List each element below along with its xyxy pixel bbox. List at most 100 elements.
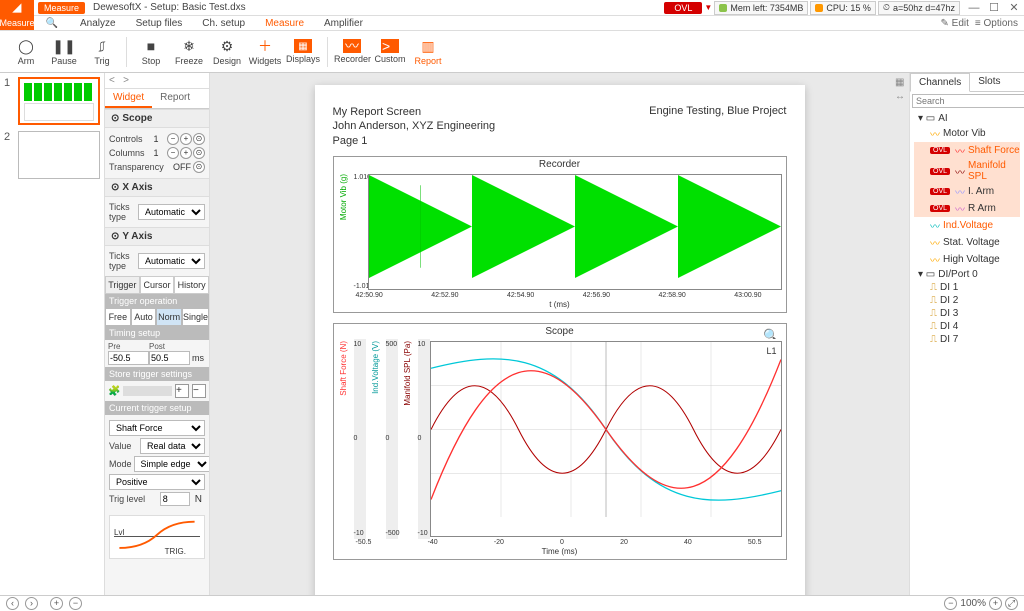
group-diport[interactable]: ▾ ▭ DI/Port 0 xyxy=(914,268,1020,281)
trigger-preview: Lvl TRIG. xyxy=(109,515,205,559)
freeze-button[interactable]: ❄Freeze xyxy=(171,35,207,68)
ch-i-arm[interactable]: OVL〰I. Arm xyxy=(914,183,1020,200)
edit-link[interactable]: ✎ Edit xyxy=(941,18,969,29)
options-link[interactable]: ≡ Options xyxy=(975,18,1018,29)
tab-report[interactable]: Report xyxy=(152,89,198,108)
ch-di4[interactable]: ⎍DI 4 xyxy=(914,320,1020,333)
tab-cursor[interactable]: Cursor xyxy=(140,276,175,294)
add-page[interactable]: + xyxy=(50,597,63,610)
trig-auto[interactable]: Auto xyxy=(131,308,157,326)
pause-button[interactable]: ❚❚Pause xyxy=(46,35,82,68)
reset-button[interactable]: ⊙ xyxy=(193,133,205,145)
displays-icon: ▦ xyxy=(294,39,312,53)
trig-single[interactable]: Single xyxy=(182,308,209,326)
cpu-chip: CPU: 15 % xyxy=(810,1,876,15)
widgets-button[interactable]: ＋Widgets xyxy=(247,35,283,68)
toolbar: ◯Arm ❚❚Pause ⎎Trig ■Stop ❄Freeze ⚙Design… xyxy=(0,31,1024,73)
ch-stat-voltage[interactable]: 〰Stat. Voltage xyxy=(914,234,1020,251)
report-button[interactable]: ▥Report xyxy=(410,35,446,68)
channel-panel: Channels Slots 🔍 ▾ ▾ ▭ AI 〰Motor Vib OVL… xyxy=(909,73,1024,595)
thumb-1[interactable]: 1 xyxy=(4,77,100,125)
ch-motor-vib[interactable]: 〰Motor Vib xyxy=(914,125,1020,142)
report-page: My Report Screen John Anderson, XYZ Engi… xyxy=(315,85,805,595)
yaxis-ticks-select[interactable]: Automatic xyxy=(138,253,205,269)
ovl-indicator[interactable]: OVL xyxy=(664,2,702,14)
ch-ind-voltage[interactable]: 〰Ind.Voltage xyxy=(914,217,1020,234)
next-page[interactable]: › xyxy=(25,597,38,610)
remove-page[interactable]: − xyxy=(69,597,82,610)
toggle-button[interactable]: ⊙ xyxy=(193,161,205,173)
menu-measure[interactable]: Measure xyxy=(255,18,314,29)
nav-arrows[interactable]: < > xyxy=(105,73,209,89)
status-group: OVL ▼ Mem left: 7354MB CPU: 15 % ⏲a=50hz… xyxy=(664,1,960,15)
pre-input[interactable] xyxy=(108,351,149,365)
ch-high-voltage[interactable]: 〰High Voltage xyxy=(914,251,1020,268)
store-slider[interactable] xyxy=(123,386,172,396)
scope-chart[interactable]: Scope 🔍 Shaft Force (N) 100-10 Ind.Volta… xyxy=(333,323,787,560)
trig-icon: ⎎ xyxy=(93,37,111,55)
channel-tree: ▾ ▭ AI 〰Motor Vib OVL〰Shaft Force OVL〰Ma… xyxy=(910,110,1024,595)
ch-di1[interactable]: ⎍DI 1 xyxy=(914,281,1020,294)
menu-analyze[interactable]: Analyze xyxy=(70,18,126,29)
yaxis-header[interactable]: ⊙Y Axis xyxy=(105,227,209,246)
measure-tab[interactable]: Measure xyxy=(0,16,34,30)
ch-di2[interactable]: ⎍DI 2 xyxy=(914,294,1020,307)
post-input[interactable] xyxy=(149,351,190,365)
maximize-button[interactable]: ☐ xyxy=(984,1,1004,14)
analyze-icon[interactable]: 🔍 xyxy=(34,18,70,29)
arm-button[interactable]: ◯Arm xyxy=(8,35,44,68)
channel-search[interactable] xyxy=(912,94,1024,108)
dec-button[interactable]: − xyxy=(167,133,179,145)
menu-ch-setup[interactable]: Ch. setup xyxy=(192,18,255,29)
recorder-icon: 〰 xyxy=(343,39,361,53)
menu-setup-files[interactable]: Setup files xyxy=(126,18,193,29)
trig-free[interactable]: Free xyxy=(105,308,131,326)
ch-di3[interactable]: ⎍DI 3 xyxy=(914,307,1020,320)
main-area: 1 2 < > Widget Report ⊙Scope Controls1−+… xyxy=(0,73,1024,595)
ruler-icon[interactable]: ↔ xyxy=(895,91,905,102)
xaxis-header[interactable]: ⊙X Axis xyxy=(105,178,209,197)
zoom-in[interactable]: + xyxy=(989,597,1002,610)
scope-section-header[interactable]: ⊙Scope xyxy=(105,109,209,128)
ch-di7[interactable]: ⎍DI 7 xyxy=(914,333,1020,346)
ch-shaft-force[interactable]: OVL〰Shaft Force xyxy=(914,142,1020,159)
stop-button[interactable]: ■Stop xyxy=(133,35,169,68)
trig-norm[interactable]: Norm xyxy=(156,308,182,326)
mode-badge: Measure xyxy=(38,2,85,14)
tab-channels[interactable]: Channels xyxy=(910,73,970,92)
displays-button[interactable]: ▦Displays xyxy=(285,37,321,66)
recorder-chart[interactable]: Recorder Motor Vib (g) 1.0107-1.0107 xyxy=(333,156,787,313)
ch-manifold-spl[interactable]: OVL〰Manifold SPL xyxy=(914,159,1020,183)
report-canvas[interactable]: ▦ ↔ My Report Screen John Anderson, XYZ … xyxy=(210,73,909,595)
thumb-2[interactable]: 2 xyxy=(4,131,100,179)
zoom-fit[interactable]: ⤢ xyxy=(1005,597,1018,610)
circle-icon: ◯ xyxy=(17,37,35,55)
trig-mode-select[interactable]: Simple edge xyxy=(134,456,210,472)
menu-amplifier[interactable]: Amplifier xyxy=(314,18,373,29)
custom-button[interactable]: >_Custom xyxy=(372,37,408,66)
tab-trigger[interactable]: Trigger xyxy=(105,276,140,294)
trig-value-select[interactable]: Real data xyxy=(140,438,205,454)
recorder-button[interactable]: 〰Recorder xyxy=(334,37,370,66)
grid-icon[interactable]: ▦ xyxy=(895,77,905,88)
tab-slots[interactable]: Slots xyxy=(970,73,1008,91)
trig-button[interactable]: ⎎Trig xyxy=(84,35,120,68)
minimize-button[interactable]: — xyxy=(964,2,984,14)
prev-page[interactable]: ‹ xyxy=(6,597,19,610)
tab-widget[interactable]: Widget xyxy=(105,89,152,108)
zoom-out[interactable]: − xyxy=(944,597,957,610)
inc-button[interactable]: + xyxy=(180,133,192,145)
tab-history[interactable]: History xyxy=(174,276,209,294)
ch-r-arm[interactable]: OVL〰R Arm xyxy=(914,200,1020,217)
design-button[interactable]: ⚙Design xyxy=(209,35,245,68)
trig-slope-select[interactable]: Positive xyxy=(109,474,205,490)
group-ai[interactable]: ▾ ▭ AI xyxy=(914,112,1020,125)
page-number: Page 1 xyxy=(333,134,496,148)
page-title: My Report Screen xyxy=(333,105,496,119)
close-button[interactable]: ✕ xyxy=(1004,1,1024,14)
trig-level-input[interactable] xyxy=(160,492,190,506)
clock-chip: ⏲a=50hz d=47hz xyxy=(878,1,960,15)
xaxis-ticks-select[interactable]: Automatic xyxy=(138,204,205,220)
titlebar: ◢ Measure DewesoftX - Setup: Basic Test.… xyxy=(0,0,1024,16)
trig-channel-select[interactable]: Shaft Force xyxy=(109,420,205,436)
